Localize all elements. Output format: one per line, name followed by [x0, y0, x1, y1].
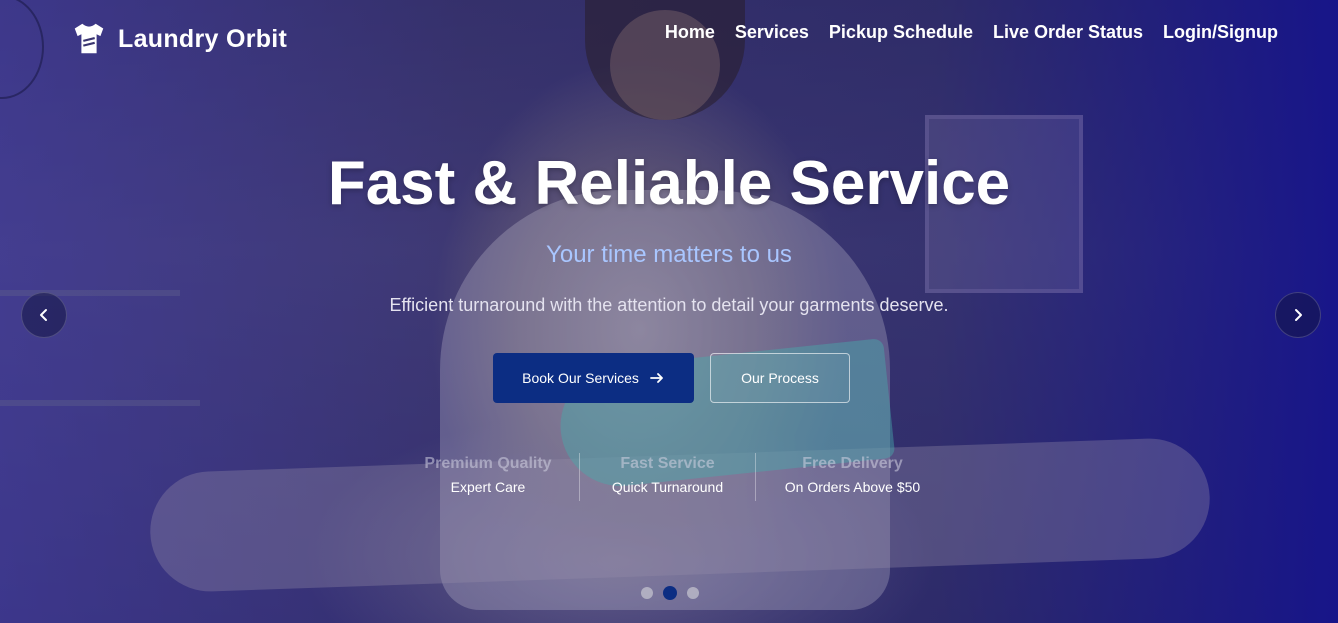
- brand-logo[interactable]: Laundry Orbit: [70, 20, 287, 58]
- feature-subtitle: On Orders Above $50: [784, 479, 921, 495]
- background-decor: [0, 400, 200, 406]
- nav-login-signup[interactable]: Login/Signup: [1163, 22, 1278, 43]
- nav-live-order-status[interactable]: Live Order Status: [993, 22, 1143, 43]
- carousel-dot[interactable]: [687, 587, 699, 599]
- feature-item: Fast Service Quick Turnaround: [579, 453, 755, 501]
- tshirt-icon: [74, 23, 104, 54]
- nav-pickup-schedule[interactable]: Pickup Schedule: [829, 22, 973, 43]
- arrow-right-icon: [649, 373, 663, 383]
- chevron-right-icon: [1295, 309, 1302, 321]
- carousel-dot[interactable]: [641, 587, 653, 599]
- book-services-label: Book Our Services: [522, 370, 639, 386]
- brand-name: Laundry Orbit: [118, 24, 288, 53]
- carousel-next-button[interactable]: [1275, 292, 1321, 338]
- main-menu: Home Services Pickup Schedule Live Order…: [665, 22, 1278, 43]
- our-process-button[interactable]: Our Process: [710, 353, 850, 403]
- feature-strip: Premium Quality Expert Care Fast Service…: [397, 453, 949, 501]
- chevron-left-icon: [40, 309, 47, 321]
- feature-subtitle: Expert Care: [450, 479, 526, 495]
- hero-description: Efficient turnaround with the attention …: [389, 295, 949, 315]
- book-services-button[interactable]: Book Our Services: [493, 353, 694, 403]
- feature-item: Free Delivery On Orders Above $50: [755, 453, 949, 501]
- feature-item: Premium Quality Expert Care: [397, 453, 579, 501]
- hero-title: Fast & Reliable Service: [327, 149, 1011, 218]
- carousel-indicators: [641, 586, 699, 600]
- carousel-prev-button[interactable]: [21, 292, 67, 338]
- feature-title: Free Delivery: [802, 455, 903, 472]
- feature-title: Premium Quality: [424, 455, 552, 472]
- nav-home[interactable]: Home: [665, 22, 715, 43]
- feature-title: Fast Service: [620, 455, 715, 472]
- nav-services[interactable]: Services: [735, 22, 809, 43]
- feature-subtitle: Quick Turnaround: [611, 479, 724, 495]
- our-process-label: Our Process: [741, 370, 819, 386]
- carousel-dot-active[interactable]: [663, 586, 677, 600]
- navbar: Laundry Orbit Home Services Pickup Sched…: [0, 0, 1338, 80]
- hero-subtitle: Your time matters to us: [546, 241, 792, 268]
